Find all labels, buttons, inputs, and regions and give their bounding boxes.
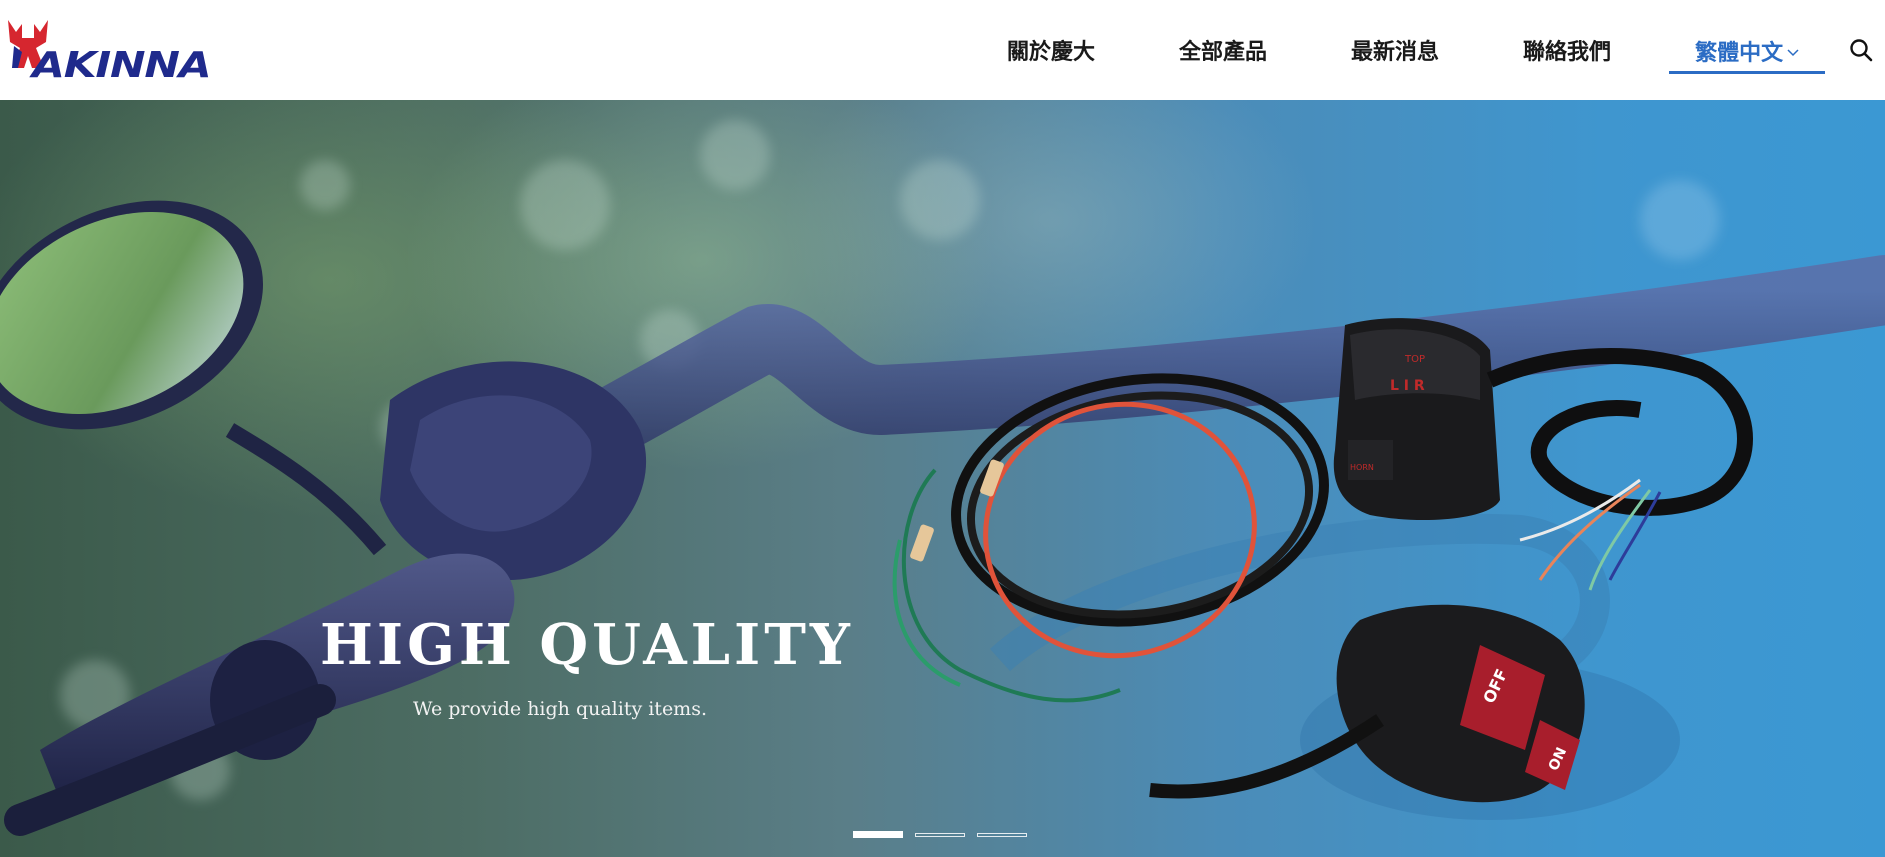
handlebar-switch-product-image: TOP L I R HORN OFF ON bbox=[892, 318, 1753, 803]
slider-dot-1[interactable] bbox=[853, 831, 903, 838]
site-header: AKINNA 關於慶大 全部產品 最新消息 聯絡我們 繁體中文 bbox=[0, 0, 1885, 100]
slider-dot-2[interactable] bbox=[915, 833, 965, 837]
hero-subtitle: We provide high quality items. bbox=[412, 698, 707, 720]
slider-pagination bbox=[853, 831, 1027, 838]
nav-item-contact[interactable]: 聯絡我們 bbox=[1523, 0, 1611, 100]
nav-item-about[interactable]: 關於慶大 bbox=[1007, 0, 1095, 100]
nav-item-news[interactable]: 最新消息 bbox=[1351, 0, 1439, 100]
logo-wordmark: AKINNA bbox=[32, 45, 212, 86]
svg-text:L I R: L I R bbox=[1390, 378, 1425, 394]
svg-text:HORN: HORN bbox=[1350, 463, 1374, 472]
brand-logo[interactable]: AKINNA bbox=[6, 18, 262, 84]
main-nav: 關於慶大 全部產品 最新消息 聯絡我們 繁體中文 bbox=[985, 0, 1826, 100]
search-icon[interactable] bbox=[1849, 38, 1873, 62]
chevron-down-icon bbox=[1787, 38, 1799, 63]
language-selector[interactable]: 繁體中文 bbox=[1669, 2, 1826, 74]
hero-title: HIGH QUALITY bbox=[320, 612, 854, 678]
hero-slider: TOP L I R HORN OFF ON HIGH QUALITY We pr… bbox=[0, 100, 1885, 857]
slider-dot-3[interactable] bbox=[977, 833, 1027, 837]
language-label: 繁體中文 bbox=[1695, 40, 1784, 66]
svg-text:TOP: TOP bbox=[1404, 354, 1425, 365]
nav-item-products[interactable]: 全部產品 bbox=[1179, 0, 1267, 100]
